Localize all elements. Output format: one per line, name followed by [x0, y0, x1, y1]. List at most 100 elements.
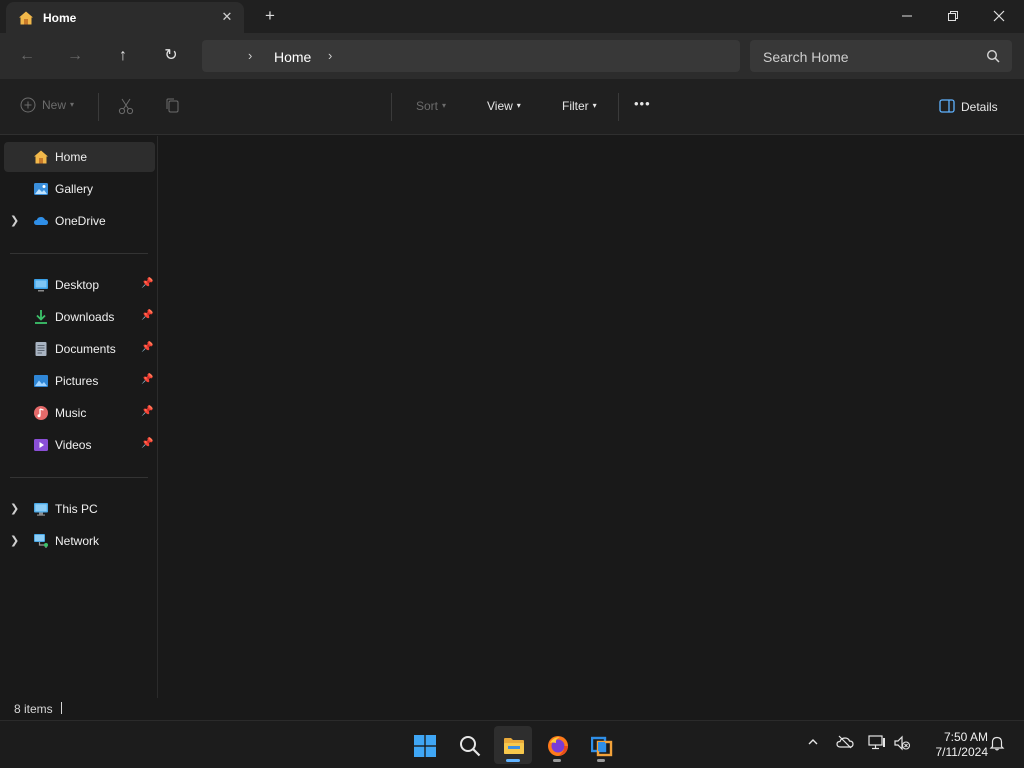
search-icon: [986, 49, 1000, 63]
firefox-taskbar-button[interactable]: [538, 726, 576, 764]
chevron-up-icon: [808, 739, 818, 745]
pin-icon[interactable]: 📌: [141, 342, 153, 356]
virtualbox-icon: [591, 736, 613, 757]
sidebar-divider: [10, 477, 148, 478]
address-bar[interactable]: › Home ›: [202, 40, 740, 72]
details-label: Details: [961, 100, 998, 114]
arrow-left-icon: ←: [19, 47, 35, 64]
details-button[interactable]: Details: [939, 99, 998, 114]
chevron-right-icon[interactable]: ›: [248, 48, 252, 63]
sidebar-item-documents[interactable]: Documents 📌: [4, 334, 155, 364]
gallery-icon: [34, 183, 48, 195]
divider: [98, 93, 99, 121]
breadcrumb-home[interactable]: Home: [274, 49, 311, 65]
arrow-up-icon: ↑: [119, 47, 127, 64]
chevron-right-icon[interactable]: ❯: [10, 214, 22, 228]
sidebar-item-label: Videos: [55, 438, 92, 452]
copy-button[interactable]: [164, 97, 180, 118]
filter-button[interactable]: Filter ▾: [562, 99, 597, 113]
new-button[interactable]: New ▾: [20, 97, 74, 113]
sort-label: Sort: [416, 99, 439, 113]
navigation-pane: Home Gallery ❯ OneDrive Desktop 📌 Downlo…: [0, 136, 158, 698]
divider: [618, 93, 619, 121]
virtualbox-taskbar-button[interactable]: [582, 726, 620, 764]
documents-icon: [35, 342, 47, 356]
search-placeholder: Search Home: [763, 49, 849, 65]
sidebar-item-network[interactable]: ❯ Network: [4, 526, 155, 556]
sidebar-item-pictures[interactable]: Pictures 📌: [4, 366, 155, 396]
pin-icon[interactable]: 📌: [141, 310, 153, 324]
sidebar-item-home[interactable]: Home: [4, 142, 155, 172]
forward-button[interactable]: →: [63, 44, 87, 68]
scissors-icon: [118, 98, 134, 115]
more-options-button[interactable]: •••: [634, 96, 651, 111]
sidebar-item-this-pc[interactable]: ❯ This PC: [4, 494, 155, 524]
file-explorer-taskbar-button[interactable]: [494, 726, 532, 764]
new-tab-button[interactable]: +: [260, 7, 280, 27]
running-app-indicator: [553, 759, 561, 762]
up-button[interactable]: ↑: [111, 44, 135, 68]
divider: [391, 93, 392, 121]
onedrive-cloud-icon: [34, 217, 48, 225]
search-input[interactable]: Search Home: [750, 40, 1012, 72]
minimize-button[interactable]: [884, 0, 930, 32]
clock-time: 7:50 AM: [943, 730, 988, 744]
network-tray-button[interactable]: [868, 735, 886, 753]
arrow-right-icon: →: [67, 47, 83, 64]
show-hidden-icons-button[interactable]: [804, 735, 822, 753]
pin-icon[interactable]: 📌: [141, 374, 153, 388]
chevron-right-icon[interactable]: ❯: [10, 502, 22, 516]
view-button[interactable]: View ▾: [487, 99, 521, 113]
volume-tray-button[interactable]: [893, 735, 911, 753]
minimize-icon: [902, 15, 912, 17]
sidebar-item-desktop[interactable]: Desktop 📌: [4, 270, 155, 300]
sidebar-item-gallery[interactable]: Gallery: [4, 174, 155, 204]
downloads-icon: [35, 310, 47, 324]
sidebar-divider: [10, 253, 148, 254]
network-icon: [34, 534, 48, 548]
close-window-button[interactable]: [976, 0, 1022, 32]
desktop-icon: [34, 279, 48, 292]
sidebar-item-videos[interactable]: Videos 📌: [4, 430, 155, 460]
tab-close-button[interactable]: ✕: [218, 8, 236, 26]
close-icon: [993, 10, 1005, 22]
running-app-indicator: [597, 759, 605, 762]
music-icon: [34, 406, 48, 420]
tab-home[interactable]: Home ✕: [6, 2, 244, 33]
sort-button[interactable]: Sort ▾: [416, 99, 446, 113]
chevron-right-icon[interactable]: ❯: [10, 534, 22, 548]
refresh-button[interactable]: ↻: [159, 44, 183, 68]
pin-icon[interactable]: 📌: [141, 278, 153, 292]
chevron-right-icon[interactable]: ›: [328, 48, 332, 63]
notifications-button[interactable]: [988, 735, 1006, 753]
back-button[interactable]: ←: [15, 44, 39, 68]
restore-button[interactable]: [930, 0, 976, 32]
taskbar-search-button[interactable]: [450, 726, 488, 764]
sidebar-item-label: OneDrive: [55, 214, 106, 228]
status-divider: [61, 702, 62, 714]
this-pc-icon: [34, 503, 48, 516]
active-app-indicator: [506, 759, 520, 762]
more-icon: •••: [634, 96, 651, 111]
pin-icon[interactable]: 📌: [141, 438, 153, 452]
sidebar-item-music[interactable]: Music 📌: [4, 398, 155, 428]
status-bar: 8 items: [0, 698, 1024, 720]
file-list-area[interactable]: [159, 136, 1024, 698]
title-bar: Home ✕ +: [0, 0, 1024, 33]
onedrive-offline-icon: [836, 735, 854, 749]
cut-button[interactable]: [118, 97, 134, 118]
chevron-down-icon: ▾: [592, 101, 597, 110]
bell-icon: [989, 736, 1005, 751]
sidebar-item-label: Downloads: [55, 310, 115, 324]
sidebar-item-onedrive[interactable]: ❯ OneDrive: [4, 206, 155, 236]
onedrive-tray-button[interactable]: [836, 735, 854, 753]
clock[interactable]: 7:50 AM 7/11/2024: [918, 730, 989, 760]
copy-icon: [166, 98, 179, 113]
pin-icon[interactable]: 📌: [141, 406, 153, 420]
taskbar: 7:50 AM 7/11/2024: [0, 720, 1024, 768]
windows-logo-icon: [414, 735, 436, 757]
sidebar-item-downloads[interactable]: Downloads 📌: [4, 302, 155, 332]
details-pane-icon: [939, 99, 955, 113]
start-button[interactable]: [405, 726, 443, 764]
sidebar-item-label: Desktop: [55, 278, 100, 292]
